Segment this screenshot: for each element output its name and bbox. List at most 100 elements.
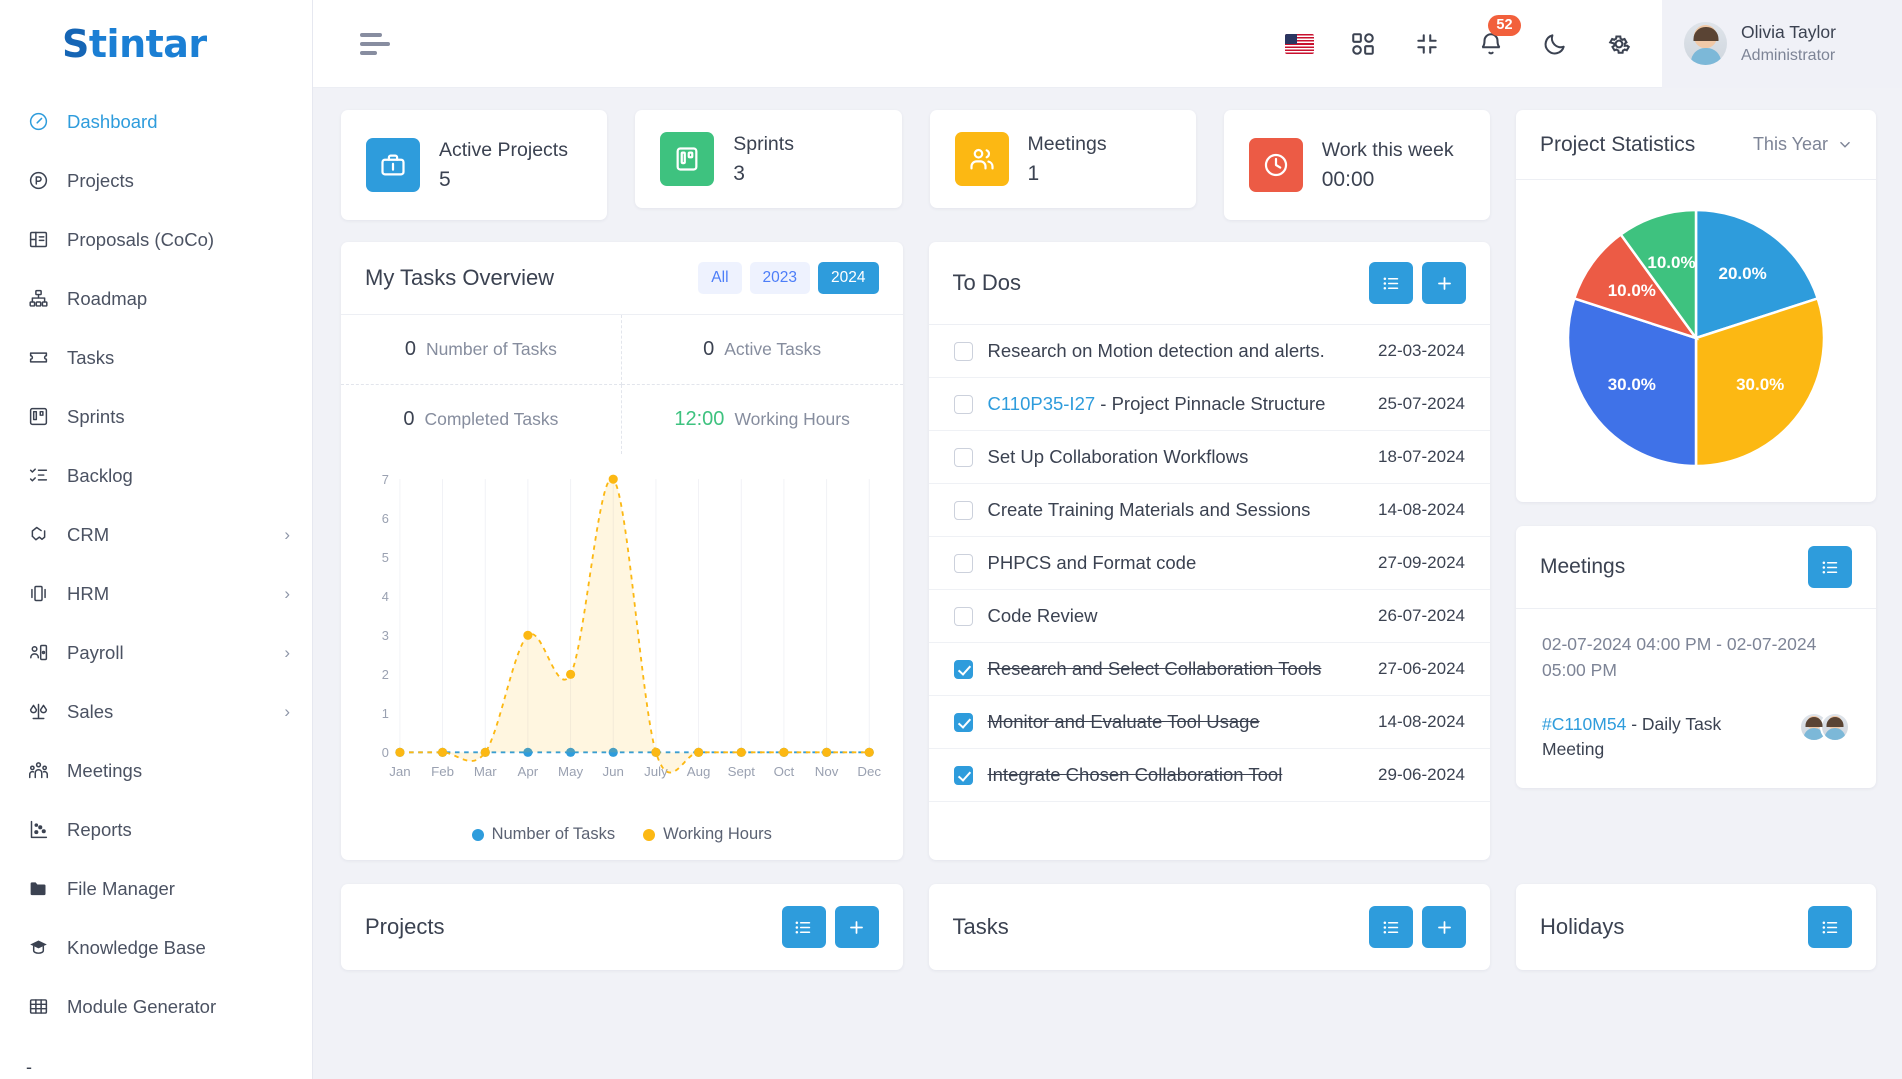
meeting-title: #C110M54 - Daily Task Meeting (1542, 712, 1787, 763)
range-select[interactable]: This Year (1753, 134, 1852, 155)
projects-card: Projects (341, 884, 903, 970)
hamburger-menu-icon[interactable] (360, 32, 390, 55)
profile-menu[interactable]: Olivia Taylor Administrator (1662, 0, 1902, 88)
year-filter-2023[interactable]: 2023 (749, 262, 811, 294)
todo-label: Integrate Chosen Collaboration Tool (988, 764, 1364, 786)
projects-list-button[interactable] (781, 906, 826, 948)
todo-label: PHPCS and Format code (988, 552, 1364, 574)
chevron-down-icon (1840, 141, 1850, 148)
todo-text: Integrate Chosen Collaboration Tool (987, 764, 1283, 785)
stat-card-meetings[interactable]: Meetings 1 (929, 110, 1196, 208)
add-task-button[interactable] (1422, 906, 1466, 948)
todo-row[interactable]: Code Review 26-07-2024 (928, 590, 1490, 643)
add-todo-button[interactable] (1422, 262, 1466, 304)
sidebar-item-backlog[interactable]: Backlog (0, 446, 312, 505)
sidebar-item-hrm[interactable]: HRM › (0, 564, 312, 623)
collapse-fullscreen-icon[interactable] (1410, 27, 1444, 61)
dashboard-columns: Active Projects 5 Sprints 3 Meetings 1 Work th… (341, 110, 1876, 860)
svg-text:2: 2 (382, 667, 389, 682)
chevron-right-icon: › (284, 584, 290, 603)
todo-checkbox[interactable] (953, 659, 973, 679)
sidebar-item-label: File Manager (67, 877, 175, 899)
checklist-icon (26, 464, 50, 488)
list-view-button[interactable] (1369, 262, 1413, 304)
todo-row[interactable]: Set Up Collaboration Workflows 18-07-2024 (928, 431, 1490, 484)
todo-checkbox[interactable] (953, 553, 973, 573)
sidebar-item-crm[interactable]: CRM › (0, 505, 312, 564)
todo-checkbox[interactable] (953, 500, 973, 520)
sidebar-item-sprints[interactable]: Sprints (0, 387, 312, 446)
todo-checkbox[interactable] (953, 606, 973, 626)
layout-panel-icon (29, 231, 47, 248)
sidebar-item-roadmap[interactable]: Roadmap (0, 269, 312, 328)
topbar-icons: 52 (1282, 14, 1636, 61)
plus-icon (850, 920, 863, 934)
meetings-list-button[interactable] (1808, 546, 1852, 588)
brand-logo[interactable]: Stintar (0, 0, 312, 88)
stat-card-active-projects[interactable]: Active Projects 5 (341, 110, 608, 220)
meeting-code-link[interactable]: #C110M54 (1542, 714, 1626, 734)
project-statistics-card: Project Statistics This Year 20.0% 30.0% 3… (1516, 110, 1876, 502)
sidebar-item-reports[interactable]: Reports (0, 800, 312, 859)
app-root: Stintar Dashboard Projects Proposals (CoCo… (0, 0, 1902, 1079)
chevron-right-icon: › (284, 643, 290, 662)
sidebar-item-label: Reports (67, 818, 132, 840)
overview-cell: 0 Completed Tasks (341, 385, 622, 454)
sidebar-item-projects[interactable]: Projects (0, 151, 312, 210)
sidebar-item-file-manager[interactable]: File Manager (0, 859, 312, 918)
tasks-area-chart: 01234567Jan Feb Mar Apr May Jun July Aug Sept Oct… (382, 472, 882, 779)
pie-slice-label: 10.0% (1607, 281, 1656, 301)
carousel-icon (26, 582, 50, 606)
legend-dot-icon (643, 828, 656, 841)
svg-text:6: 6 (382, 511, 389, 526)
stat-card-work-this-week[interactable]: Work this week 00:00 (1223, 110, 1490, 220)
apps-grid-icon[interactable] (1346, 27, 1380, 61)
legend-item[interactable]: Number of Tasks (471, 825, 615, 844)
todo-row[interactable]: Monitor and Evaluate Tool Usage 14-08-202… (928, 696, 1490, 749)
year-filter-all[interactable]: All (698, 262, 742, 294)
overview-cell-label: Active Tasks (724, 339, 822, 359)
stat-card-value: 3 (733, 161, 745, 185)
sidebar-item-label: Sales (67, 700, 114, 722)
stat-card-sprints[interactable]: Sprints 3 (635, 110, 902, 208)
sidebar-item-proposals-coco[interactable]: Proposals (CoCo) (0, 210, 312, 269)
todo-row[interactable]: Research and Select Collaboration Tools 2… (928, 643, 1490, 696)
sidebar-item-label: CRM (67, 523, 110, 545)
todo-checkbox[interactable] (953, 765, 973, 785)
notification-bell-icon[interactable]: 52 (1474, 14, 1521, 61)
todo-checkbox[interactable] (953, 712, 973, 732)
todo-checkbox[interactable] (953, 394, 973, 414)
sidebar-item-payroll[interactable]: Payroll › (0, 623, 312, 682)
year-filter-2024[interactable]: 2024 (818, 262, 879, 294)
todo-row[interactable]: Integrate Chosen Collaboration Tool 29-06… (928, 749, 1490, 802)
todo-checkbox[interactable] (953, 341, 973, 361)
dashboard-right-column: Project Statistics This Year 20.0% 30.0% 3… (1516, 110, 1876, 860)
sidebar-nav: Dashboard Projects Proposals (CoCo) Roadmap… (0, 88, 312, 1057)
todo-row[interactable]: Research on Motion detection and alerts.… (928, 325, 1490, 378)
sidebar-item-meetings[interactable]: Meetings (0, 741, 312, 800)
sidebar-item-dashboard[interactable]: Dashboard (0, 92, 312, 151)
tasks-list-button[interactable] (1369, 906, 1413, 948)
legend-item[interactable]: Working Hours (643, 825, 772, 844)
ticket-icon (26, 346, 50, 370)
project-statistics-title: Project Statistics (1540, 132, 1696, 156)
dark-mode-moon-icon[interactable] (1538, 27, 1572, 61)
flag-us-icon[interactable] (1282, 27, 1316, 61)
add-project-button[interactable] (834, 906, 879, 948)
holidays-list-button[interactable] (1808, 906, 1852, 948)
todo-row[interactable]: C110P35-I27 - Project Pinnacle Structure… (928, 378, 1490, 431)
todo-link[interactable]: C110P35-I27 (988, 393, 1096, 414)
plus-icon (1437, 276, 1451, 290)
user-card-icon (29, 644, 47, 661)
user-card-icon (26, 641, 50, 665)
sidebar-item-label: HRM (67, 582, 110, 604)
sidebar-item-knowledge-base[interactable]: Knowledge Base (0, 918, 312, 977)
sidebar-item-sales[interactable]: Sales › (0, 682, 312, 741)
todo-row[interactable]: Create Training Materials and Sessions 14… (928, 484, 1490, 537)
sidebar-item-tasks[interactable]: Tasks (0, 328, 312, 387)
todo-row[interactable]: PHPCS and Format code 27-09-2024 (928, 537, 1490, 590)
brand-logo-rest: tintar (88, 22, 207, 66)
todo-checkbox[interactable] (953, 447, 973, 467)
settings-gear-icon[interactable] (1602, 27, 1636, 61)
sidebar-item-module-generator[interactable]: Module Generator (0, 977, 312, 1036)
